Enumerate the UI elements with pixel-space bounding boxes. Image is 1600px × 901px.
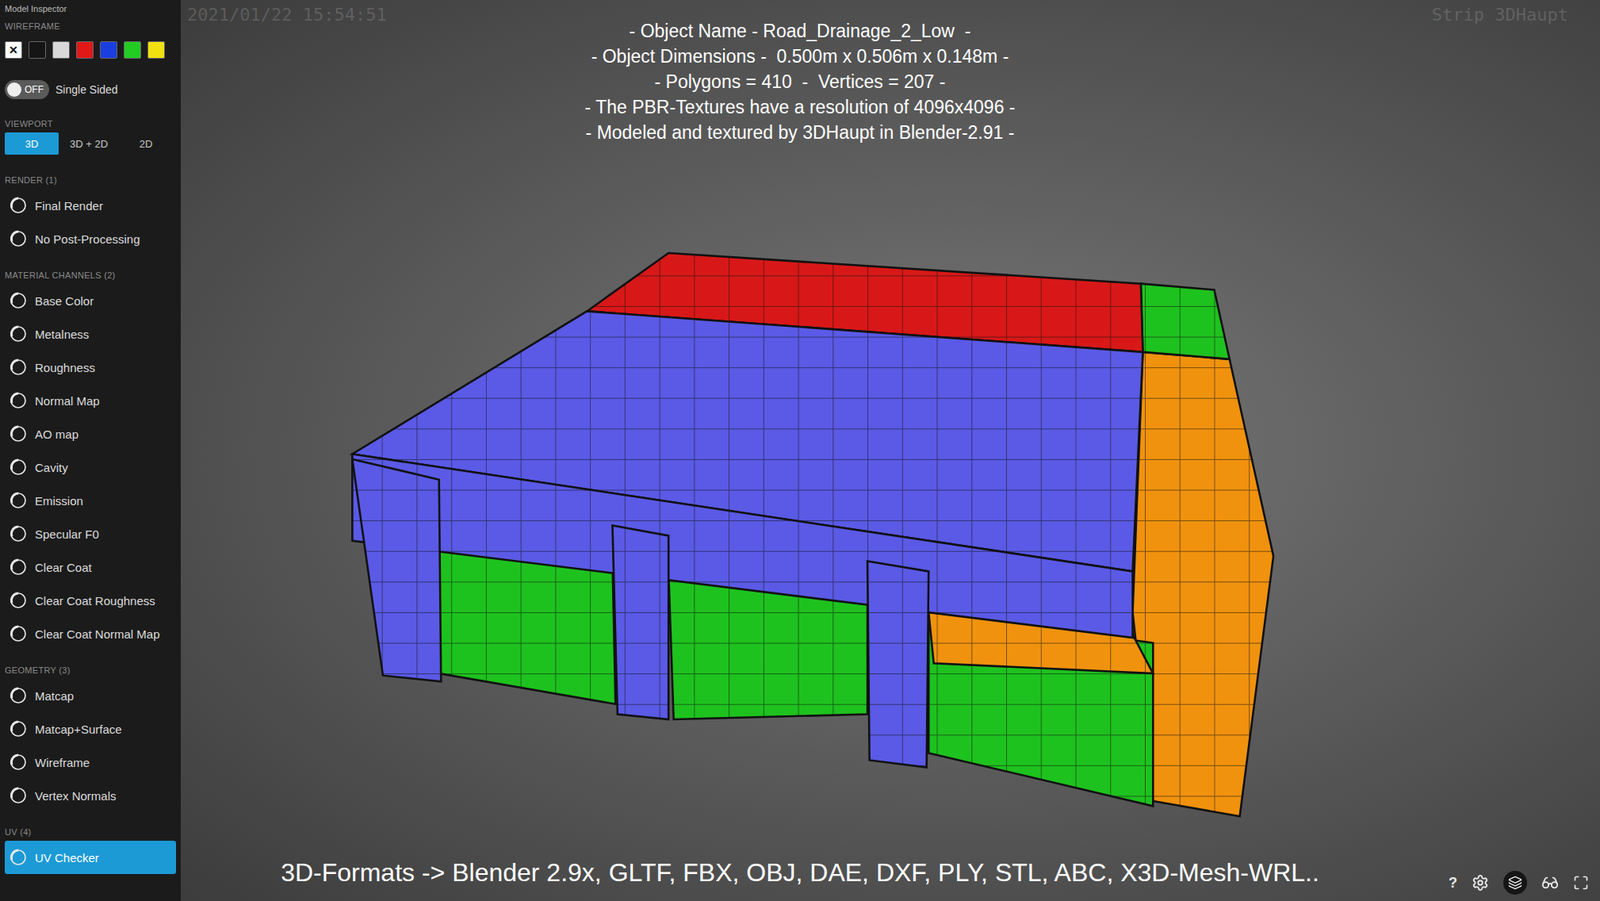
model-face [612, 525, 669, 720]
toggle-label: Single Sided [55, 83, 119, 96]
channel-icon [9, 391, 27, 410]
channel-item[interactable]: Clear Coat [4, 550, 177, 584]
strip-overlay: Strip 3DHaupt [1431, 4, 1569, 25]
settings-icon[interactable] [1471, 873, 1489, 892]
channel-item[interactable]: UV Checker [4, 840, 177, 874]
channel-icon [9, 491, 27, 510]
section-label: VIEWPORT [4, 114, 177, 133]
channel-icon [9, 458, 27, 476]
viewport-tab[interactable]: 3D [4, 132, 59, 155]
model-face [352, 454, 1133, 639]
channel-item[interactable]: Matcap [4, 678, 177, 712]
channel-item[interactable]: Roughness [4, 350, 177, 384]
channel-icon [9, 786, 27, 804]
channel-item[interactable]: Metalness [4, 317, 177, 351]
inspector-title: Model Inspector [4, 0, 177, 18]
single-sided-toggle[interactable]: OFF [4, 80, 50, 100]
channel-icon [9, 358, 27, 376]
color-swatch[interactable] [28, 41, 46, 59]
channel-item[interactable]: Cavity [4, 450, 177, 484]
channel-item[interactable]: AO map [4, 417, 177, 451]
channel-item[interactable]: Normal Map [4, 383, 177, 418]
info-line: - Object Name - Road_Drainage_2_Low - [629, 18, 972, 44]
wireframe-colors: ✕ [4, 41, 177, 59]
timestamp-overlay: 2021/01/22 15:54:51 [187, 4, 387, 25]
section-label: UV (4) [4, 822, 177, 841]
vr-icon[interactable] [1541, 873, 1559, 892]
channel-icon [9, 325, 27, 343]
channel-item[interactable]: Clear Coat Normal Map [4, 616, 177, 651]
help-button[interactable]: ? [1448, 874, 1458, 892]
channel-icon [9, 196, 27, 215]
channel-icon [9, 719, 27, 738]
channel-icon [9, 229, 27, 248]
channel-icon [9, 424, 27, 443]
toggle-knob [7, 82, 22, 97]
color-swatch[interactable] [123, 41, 142, 59]
model-face [1140, 283, 1230, 360]
model-face [928, 612, 1153, 806]
channel-icon [9, 558, 27, 576]
channel-icon [9, 291, 27, 310]
viewport-tab[interactable]: 3D + 2D [61, 132, 116, 155]
layers-button[interactable] [1503, 870, 1528, 895]
color-swatch[interactable] [147, 41, 165, 59]
info-line: - Polygons = 410 - Vertices = 207 - [654, 68, 946, 95]
channel-icon [9, 524, 27, 543]
layers-icon [1508, 875, 1523, 890]
model-inspector: Model InspectorWIREFRAME ✕ OFF Single Sided… [0, 0, 181, 901]
channel-item[interactable]: Specular F0 [4, 516, 177, 551]
model-face [352, 459, 441, 682]
app: Model InspectorWIREFRAME ✕ OFF Single Sided… [0, 0, 1600, 901]
color-swatch[interactable] [76, 41, 94, 59]
section-label: MATERIAL CHANNELS (2) [4, 266, 177, 284]
fullscreen-icon[interactable] [1573, 874, 1589, 891]
model-face [867, 561, 929, 768]
channel-item[interactable]: Final Render [4, 188, 177, 223]
color-swatch[interactable]: ✕ [4, 41, 23, 59]
single-sided-row: OFF Single Sided [4, 79, 177, 100]
channel-item[interactable]: Matcap+Surface [4, 711, 177, 746]
viewer-controls: ? [1448, 870, 1589, 895]
info-line: - Object Dimensions - 0.500m x 0.506m x … [591, 43, 1010, 69]
color-swatch[interactable] [52, 41, 70, 59]
section-label: GEOMETRY (3) [4, 661, 177, 679]
channel-item[interactable]: Wireframe [4, 745, 177, 779]
channel-item[interactable]: Clear Coat Roughness [4, 583, 177, 617]
viewport-tabs: 3D3D + 2D2D [4, 132, 177, 155]
channel-icon [9, 624, 27, 643]
channel-icon [9, 591, 27, 609]
model-info: - Object Name - Road_Drainage_2_Low -- O… [0, 18, 1600, 146]
channel-icon [9, 686, 27, 705]
channel-item[interactable]: No Post-Processing [4, 222, 177, 256]
formats-caption: 3D-Formats -> Blender 2.9x, GLTF, FBX, O… [0, 854, 1600, 890]
viewport-tab[interactable]: 2D [118, 132, 173, 155]
channel-item[interactable]: Vertex Normals [4, 778, 177, 812]
channel-icon [9, 753, 27, 771]
channel-item[interactable]: Base Color [4, 283, 177, 318]
channel-item[interactable]: Emission [4, 483, 177, 517]
section-label: WIREFRAME [4, 17, 177, 35]
info-line: - Modeled and textured by 3DHaupt in Ble… [585, 119, 1015, 146]
info-line: - The PBR-Textures have a resolution of … [585, 94, 1016, 120]
section-label: RENDER (1) [4, 171, 177, 189]
color-swatch[interactable] [99, 41, 118, 59]
channel-icon [9, 848, 27, 866]
